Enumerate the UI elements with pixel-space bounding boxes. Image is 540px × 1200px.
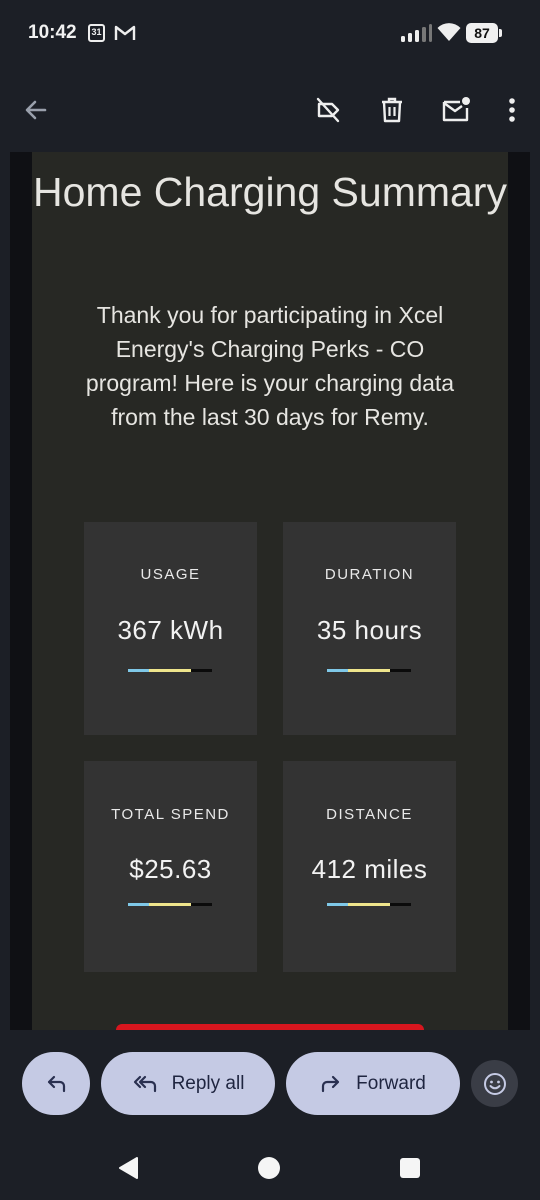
reply-button[interactable]: [22, 1052, 90, 1115]
stat-label: TOTAL SPEND: [111, 806, 230, 823]
stat-label: DISTANCE: [326, 806, 413, 823]
status-bar: 10:42 31 87: [0, 0, 540, 66]
email-toolbar: [0, 80, 540, 140]
email-content: Home Charging Summary Thank you for part…: [32, 152, 508, 1030]
system-nav-bar: [0, 1136, 540, 1200]
stat-label: USAGE: [140, 566, 201, 583]
mark-unread-icon: [442, 97, 470, 122]
gmail-icon: [114, 25, 136, 40]
stat-divider: [128, 669, 212, 672]
forward-label: Forward: [356, 1072, 426, 1094]
stat-value: 35 hours: [316, 615, 423, 645]
battery-tip: [499, 29, 502, 37]
reply-action-bar: Reply all Forward: [0, 1030, 540, 1136]
nav-home-icon[interactable]: [258, 1157, 280, 1179]
reply-all-button[interactable]: Reply all: [101, 1052, 275, 1115]
wifi-icon: [437, 23, 461, 41]
stat-value: 367 kWh: [117, 615, 224, 645]
forward-button[interactable]: Forward: [286, 1052, 460, 1115]
forward-icon: [322, 1075, 340, 1092]
stat-label: DURATION: [324, 566, 415, 583]
calendar-icon: 31: [88, 24, 105, 42]
reply-icon: [47, 1075, 66, 1092]
back-button[interactable]: [18, 92, 54, 128]
stat-tile-usage: USAGE 367 kWh: [84, 522, 257, 735]
more-vert-icon: [509, 98, 515, 122]
stat-divider: [327, 669, 411, 672]
email-intro: Thank you for participating in Xcel Ener…: [85, 302, 455, 430]
stat-tile-distance: DISTANCE 412 miles: [283, 761, 456, 972]
delete-icon: [382, 97, 402, 123]
stat-tile-total-spend: TOTAL SPEND $25.63: [84, 761, 257, 972]
reply-all-label: Reply all: [171, 1072, 245, 1094]
stat-divider: [128, 903, 212, 906]
nav-back-icon[interactable]: [117, 1156, 139, 1180]
email-title: Home Charging Summary: [33, 169, 507, 215]
back-arrow-icon: [25, 100, 47, 120]
battery-level: 87: [466, 23, 498, 43]
stat-value: 412 miles: [311, 854, 428, 884]
label-off-icon: [316, 97, 340, 123]
remove-label-button[interactable]: [310, 92, 346, 128]
mark-unread-button[interactable]: [438, 92, 474, 128]
stat-value: $25.63: [129, 854, 212, 884]
stat-tile-duration: DURATION 35 hours: [283, 522, 456, 735]
emoji-reaction-button[interactable]: [471, 1060, 518, 1107]
emoji-icon: [483, 1072, 506, 1095]
delete-button[interactable]: [374, 92, 410, 128]
more-options-button[interactable]: [494, 92, 530, 128]
stat-divider: [327, 903, 411, 906]
signal-icon: [401, 24, 432, 42]
status-time: 10:42: [28, 22, 77, 43]
reply-all-icon: [133, 1075, 156, 1092]
nav-recents-icon[interactable]: [400, 1158, 420, 1178]
